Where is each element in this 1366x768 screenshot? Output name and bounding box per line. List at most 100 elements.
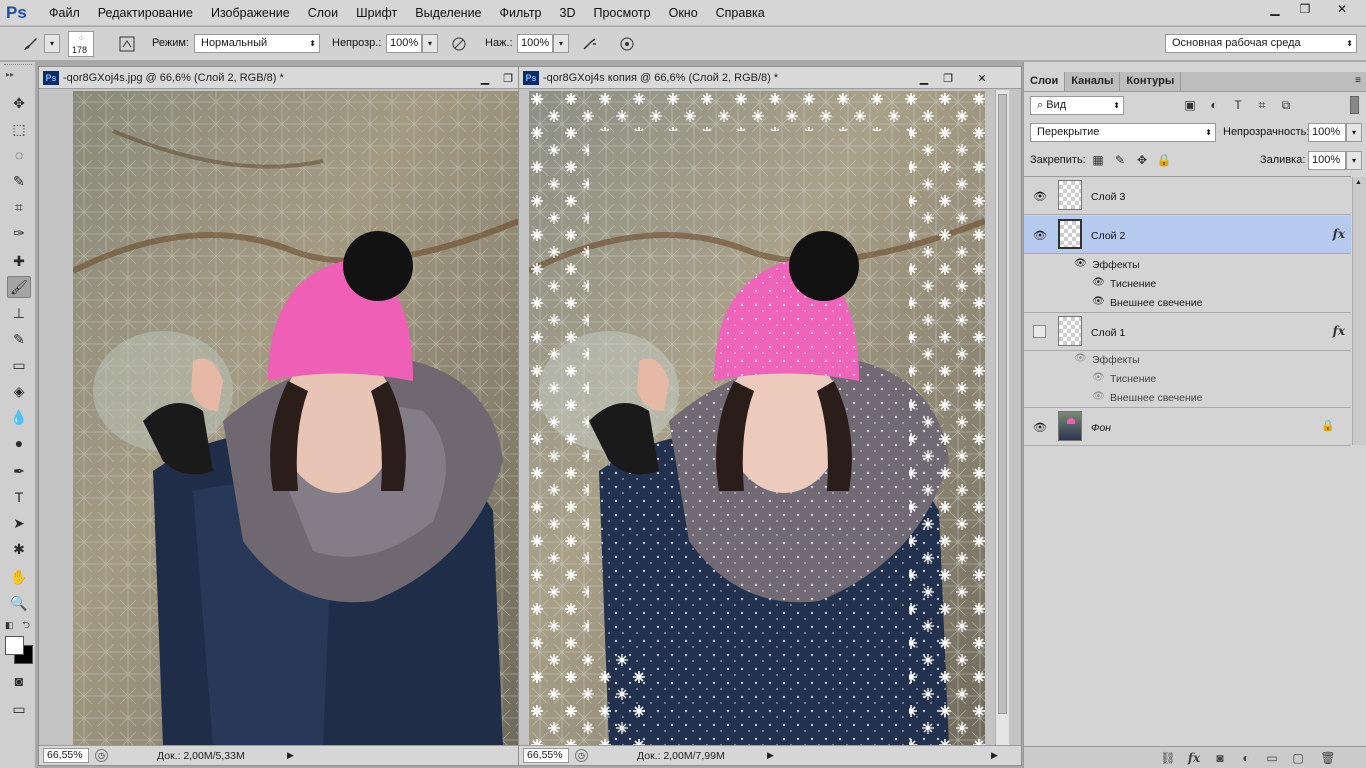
marquee-icon[interactable]: ⬚ (7, 118, 31, 140)
filter-toggle[interactable] (1350, 96, 1359, 114)
stamp-icon[interactable]: ⊥ (7, 302, 31, 324)
collapse-arrows-icon[interactable]: ▸▸ (6, 70, 14, 79)
link-layers-icon[interactable]: ⛓ (1160, 751, 1176, 765)
brush-panel-toggle-icon[interactable] (117, 34, 137, 54)
effect-row-outer-glow[interactable]: 👁 Внешнее свечение (1058, 388, 1351, 407)
blend-mode-select[interactable]: Перекрытие ⬍ (1030, 123, 1216, 142)
swap-colors-icon[interactable]: ⮌ (22, 618, 30, 635)
filter-type-icon[interactable]: T (1230, 97, 1246, 113)
document-1-title-bar[interactable]: Ps -qor8GXoj4s.jpg @ 66,6% (Слой 2, RGB/… (39, 67, 518, 89)
eye-icon[interactable]: 👁 (1074, 258, 1087, 269)
shape-icon[interactable]: ✱ (7, 538, 31, 560)
zoom-icon[interactable]: 🔍 (7, 592, 31, 614)
menu-view[interactable]: Просмотр (585, 0, 660, 26)
brush-icon[interactable]: 🖌 (7, 276, 31, 298)
add-fx-icon[interactable]: fx (1186, 751, 1202, 765)
layer-name[interactable]: Слой 2 (1091, 230, 1125, 242)
document-2-vertical-scrollbar[interactable] (995, 90, 1009, 746)
pen-icon[interactable]: ✒ (7, 460, 31, 482)
scroll-right-arrow-icon[interactable]: ▶ (991, 750, 998, 761)
status-info-icon[interactable]: ◷ (575, 749, 588, 762)
menu-3d[interactable]: 3D (551, 0, 585, 26)
screen-mode-icon[interactable]: ▭ (7, 698, 31, 720)
opacity-input[interactable]: 100% (386, 34, 422, 53)
move-icon[interactable]: ✥ (7, 92, 31, 114)
eye-icon[interactable]: 👁 (1092, 372, 1105, 383)
status-menu-arrow-icon[interactable]: ▶ (287, 750, 294, 761)
path-select-icon[interactable]: ➤ (7, 512, 31, 534)
menu-layers[interactable]: Слои (299, 0, 347, 26)
eyedropper-icon[interactable]: ✑ (7, 222, 31, 244)
workspace-select[interactable]: Основная рабочая среда ⬍ (1165, 34, 1357, 53)
opacity-dropdown[interactable]: ▾ (422, 34, 438, 53)
document-2-title-bar[interactable]: Ps -qor8GXoj4s копия @ 66,6% (Слой 2, RG… (519, 67, 1021, 89)
new-layer-icon[interactable]: ▢ (1290, 751, 1306, 765)
history-brush-icon[interactable]: ✎ (7, 328, 31, 350)
new-adjustment-icon[interactable]: ◐ (1238, 751, 1254, 765)
app-minimize-button[interactable]: ▁ (1258, 0, 1292, 18)
filter-pixel-icon[interactable]: ▣ (1182, 97, 1198, 113)
eraser-icon[interactable]: ▭ (7, 354, 31, 376)
blur-icon[interactable]: 💧 (7, 406, 31, 428)
crop-icon[interactable]: ⌗ (7, 196, 31, 218)
doc-minimize-button[interactable]: ▁ (474, 70, 496, 86)
effect-row-outer-glow[interactable]: 👁 Внешнее свечение (1058, 293, 1351, 312)
menu-image[interactable]: Изображение (202, 0, 299, 26)
healing-icon[interactable]: ✚ (7, 250, 31, 272)
panel-menu-icon[interactable]: ≡ (1355, 75, 1361, 86)
filter-shape-icon[interactable]: ⌗ (1254, 97, 1270, 113)
delete-layer-icon[interactable]: 🗑 (1320, 751, 1336, 765)
doc-restore-button[interactable]: ❐ (937, 70, 959, 86)
hand-icon[interactable]: ✋ (7, 566, 31, 588)
foreground-color-swatch[interactable] (5, 636, 24, 655)
quick-mask-icon[interactable]: ◙ (7, 670, 31, 692)
layer-row-layer2[interactable]: 👁 Слой 2 fx (1024, 216, 1351, 254)
effect-row-emboss[interactable]: 👁 Тиснение (1058, 369, 1351, 388)
lock-transparency-icon[interactable]: ▦ (1090, 152, 1106, 168)
document-1-zoom-input[interactable]: 66,55% (43, 748, 89, 763)
layer-row-layer1[interactable]: Слой 1 fx (1024, 313, 1351, 351)
lasso-icon[interactable]: ◌ (7, 144, 31, 166)
tab-paths[interactable]: Контуры (1120, 72, 1182, 91)
layer-row-background[interactable]: 👁 Фон 🔒 (1024, 408, 1351, 446)
tab-layers[interactable]: Слои (1024, 72, 1066, 91)
add-mask-icon[interactable]: ◙ (1212, 751, 1228, 765)
effects-row[interactable]: 👁 Эффекты (1058, 255, 1351, 274)
app-close-button[interactable]: ✕ (1322, 0, 1362, 18)
menu-window[interactable]: Окно (660, 0, 707, 26)
layers-scrollbar[interactable]: ▲ (1352, 177, 1366, 445)
menu-file[interactable]: Файл (40, 0, 89, 26)
pressure-input[interactable]: 100% (517, 34, 553, 53)
menu-type[interactable]: Шрифт (347, 0, 406, 26)
layer-name[interactable]: Слой 1 (1091, 327, 1125, 339)
airbrush-icon[interactable] (580, 34, 600, 54)
pressure-dropdown[interactable]: ▾ (553, 34, 569, 53)
menu-help[interactable]: Справка (707, 0, 774, 26)
eye-icon[interactable]: 👁 (1032, 189, 1048, 203)
brush-size-picker[interactable]: ⁘ 178 (68, 31, 94, 57)
visibility-toggle-off[interactable] (1033, 325, 1046, 338)
filter-smart-object-icon[interactable]: ⧉ (1278, 97, 1294, 113)
lock-pixels-icon[interactable]: ✎ (1112, 152, 1128, 168)
scroll-up-arrow-icon[interactable]: ▲ (1355, 179, 1362, 186)
mode-select[interactable]: Нормальный ⬍ (194, 34, 320, 53)
lock-all-icon[interactable]: 🔒 (1156, 152, 1172, 168)
eye-icon[interactable]: 👁 (1032, 420, 1048, 434)
layer-filter-select[interactable]: ⌕ Вид ⬍ (1030, 96, 1124, 115)
doc-restore-button[interactable]: ❐ (497, 70, 519, 86)
document-2-canvas[interactable] (529, 91, 985, 747)
layer-opacity-dropdown[interactable]: ▾ (1346, 123, 1362, 142)
brush-preset-dropdown[interactable]: ▾ (44, 34, 60, 53)
eye-icon[interactable]: 👁 (1032, 228, 1048, 242)
scrollbar-thumb[interactable] (998, 94, 1007, 714)
new-group-icon[interactable]: ▭ (1264, 751, 1280, 765)
doc-close-button[interactable]: ✕ (971, 70, 993, 86)
brush-tool-preset-icon[interactable] (20, 34, 40, 54)
eye-icon[interactable]: 👁 (1092, 296, 1105, 307)
type-icon[interactable]: T (7, 486, 31, 508)
doc-minimize-button[interactable]: ▁ (913, 70, 935, 86)
default-colors-icon[interactable]: ◧ (5, 620, 14, 631)
document-1-canvas[interactable] (73, 91, 519, 747)
panel-grip[interactable] (4, 64, 32, 68)
dodge-icon[interactable]: ● (7, 432, 31, 454)
